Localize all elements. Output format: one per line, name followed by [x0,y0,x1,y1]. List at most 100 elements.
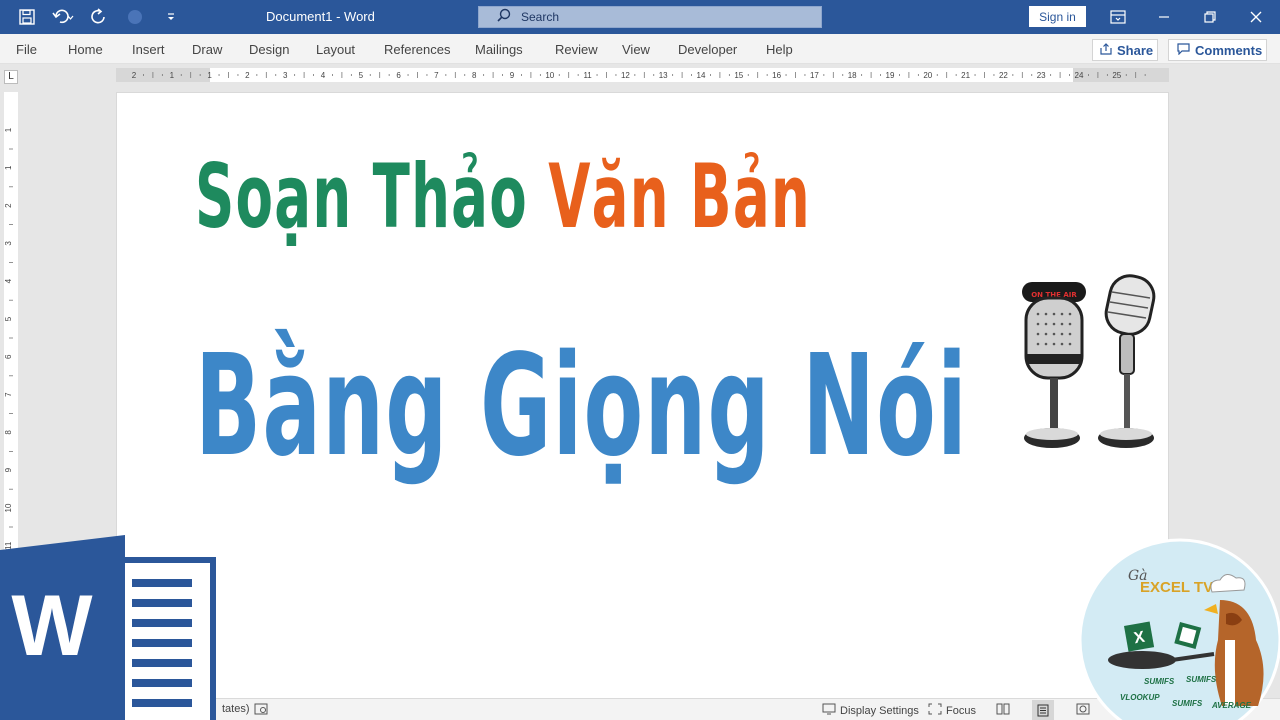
ruler-tick-label: 3 [283,71,288,80]
display-settings-icon [822,703,836,718]
vertical-ruler-tick-label: 6 [4,354,13,359]
ruler-tick-label: 8 [472,71,477,80]
ruler-tick-label: 23 [1037,71,1046,80]
accessibility-icon[interactable] [254,703,268,715]
tab-draw[interactable]: Draw [192,42,249,57]
microphones-image: ON THE AIR [1016,272,1158,458]
tab-references[interactable]: References [384,42,475,57]
minimize-icon[interactable] [1154,7,1174,27]
ruler-tick-label: 10 [545,71,554,80]
ruler-tick-label: 19 [886,71,895,80]
comments-button[interactable]: Comments [1168,39,1267,61]
vertical-ruler-tick-label: 4 [4,278,13,283]
search-icon [497,8,511,27]
quick-access-toolbar [14,6,184,28]
channel-logo-label-3: SUMIFS [1172,699,1203,708]
channel-logo: Gà EXCEL TV X SUMIFS VLOOKUP SUMIFS AVER… [1078,530,1280,720]
vertical-ruler-tick-label: 5 [4,316,13,321]
tab-view[interactable]: View [622,42,678,57]
customize-qat-icon[interactable] [158,6,184,28]
tab-file[interactable]: File [16,42,68,57]
ruler-tick-label: 7 [434,71,439,80]
tab-layout[interactable]: Layout [316,42,384,57]
tab-selector[interactable]: L [4,70,18,84]
ruler-tick-label: 15 [734,71,743,80]
ruler-tick-label: 11 [583,71,592,80]
ruler-ticks: 2 1 1 2 3 4 5 6 7 8 9 10 11 12 13 14 15 16 17 18 19 20 21 22 23 2… [132,71,1146,80]
ruler-tick-label: 2 [132,71,137,80]
heading-line-2: Bằng Giọng Nói [195,325,969,488]
search-placeholder: Search [521,10,560,24]
channel-logo-label-4: AVERAGE [1211,701,1252,710]
vertical-ruler-tick-label: 8 [4,430,13,435]
ruler-tick-label: 16 [772,71,781,80]
vertical-ruler-tick-label: 2 [4,203,13,208]
channel-logo-label-1: SUMIFS [1186,675,1217,684]
share-button[interactable]: Share [1092,39,1158,61]
tab-review[interactable]: Review [555,42,622,57]
vertical-ruler-tick-label: 7 [4,392,13,397]
focus-label: Focus [946,704,976,717]
undo-icon[interactable] [50,6,76,28]
ruler-tick-label: 4 [321,71,326,80]
redo-icon[interactable] [86,6,112,28]
tab-design[interactable]: Design [249,42,316,57]
heading-line-1-part-2: Văn Bản [548,145,812,248]
ruler-tick-label: 20 [923,71,932,80]
search-input[interactable]: Search [478,6,822,28]
heading-line-1: Soạn Thảo Văn Bản [195,145,811,248]
heading-line-1-part-1: Soạn Thảo [195,145,528,248]
vertical-ruler-tick-label: 10 [4,503,13,512]
ribbon-tabs: File Home Insert Draw Design Layout Refe… [16,42,806,57]
ruler-tick-label: 14 [697,71,706,80]
focus-button[interactable]: Focus [928,703,976,718]
display-settings-label: Display Settings [840,704,919,717]
ruler-tick-label: 18 [848,71,857,80]
ribbon-tab-row: File Home Insert Draw Design Layout Refe… [0,34,1280,64]
comments-icon [1177,42,1190,58]
read-mode-icon[interactable] [996,703,1010,715]
focus-icon [928,703,942,718]
ruler-tick-label: 13 [659,71,668,80]
vertical-ruler-tick-label: 9 [4,467,13,472]
title-bar: Document1 - Word Search Sign in [0,0,1280,34]
vertical-ruler-ticks: 1123456789101112 [4,127,13,550]
ruler-tick-label: 9 [510,71,515,80]
document-page[interactable]: Soạn Thảo Văn Bản Bằng Giọng Nói [116,92,1169,702]
restore-icon[interactable] [1200,7,1220,27]
ruler-tick-label: 6 [396,71,401,80]
share-label: Share [1117,42,1154,58]
word-logo-letter: W [11,578,93,674]
share-icon [1100,42,1112,58]
ruler-tick-label: 1 [170,71,175,80]
ruler-tick-label: 21 [961,71,970,80]
tab-developer[interactable]: Developer [678,42,766,57]
ruler-tick-label: 24 [1075,71,1084,80]
channel-logo-label-5: SUMIFS [1144,677,1175,686]
autosave-icon[interactable] [122,6,148,28]
channel-logo-brand: EXCEL TV [1140,579,1213,596]
tab-mailings[interactable]: Mailings [475,42,555,57]
ruler-tick-label: 1 [207,71,212,80]
ruler-tick-label: 22 [999,71,1008,80]
close-icon[interactable] [1246,7,1266,27]
word-window: Document1 - Word Search Sign in File Hom… [0,0,1280,720]
tab-help[interactable]: Help [766,42,806,57]
print-layout-icon[interactable] [1032,700,1054,720]
tab-insert[interactable]: Insert [132,42,192,57]
display-settings-button[interactable]: Display Settings [822,703,919,718]
sign-in-button[interactable]: Sign in [1029,6,1086,27]
vertical-ruler-tick-label: 1 [4,127,13,132]
tab-home[interactable]: Home [68,42,132,57]
save-icon[interactable] [14,6,40,28]
comments-label: Comments [1195,42,1263,58]
document-title: Document1 - Word [266,9,375,24]
ribbon-display-icon[interactable] [1108,7,1128,27]
status-text-fragment: tates) [222,703,250,715]
vertical-ruler-tick-label: 1 [4,165,13,170]
vertical-ruler-tick-label: 3 [4,241,13,246]
ruler-tick-label: 12 [621,71,630,80]
word-logo: W [0,535,220,720]
vertical-ruler[interactable]: 1123456789101112 [4,92,18,552]
horizontal-ruler[interactable]: 2 1 1 2 3 4 5 6 7 8 9 10 11 12 13 14 15 16 17 18 19 20 21 22 23 2… [116,68,1169,82]
